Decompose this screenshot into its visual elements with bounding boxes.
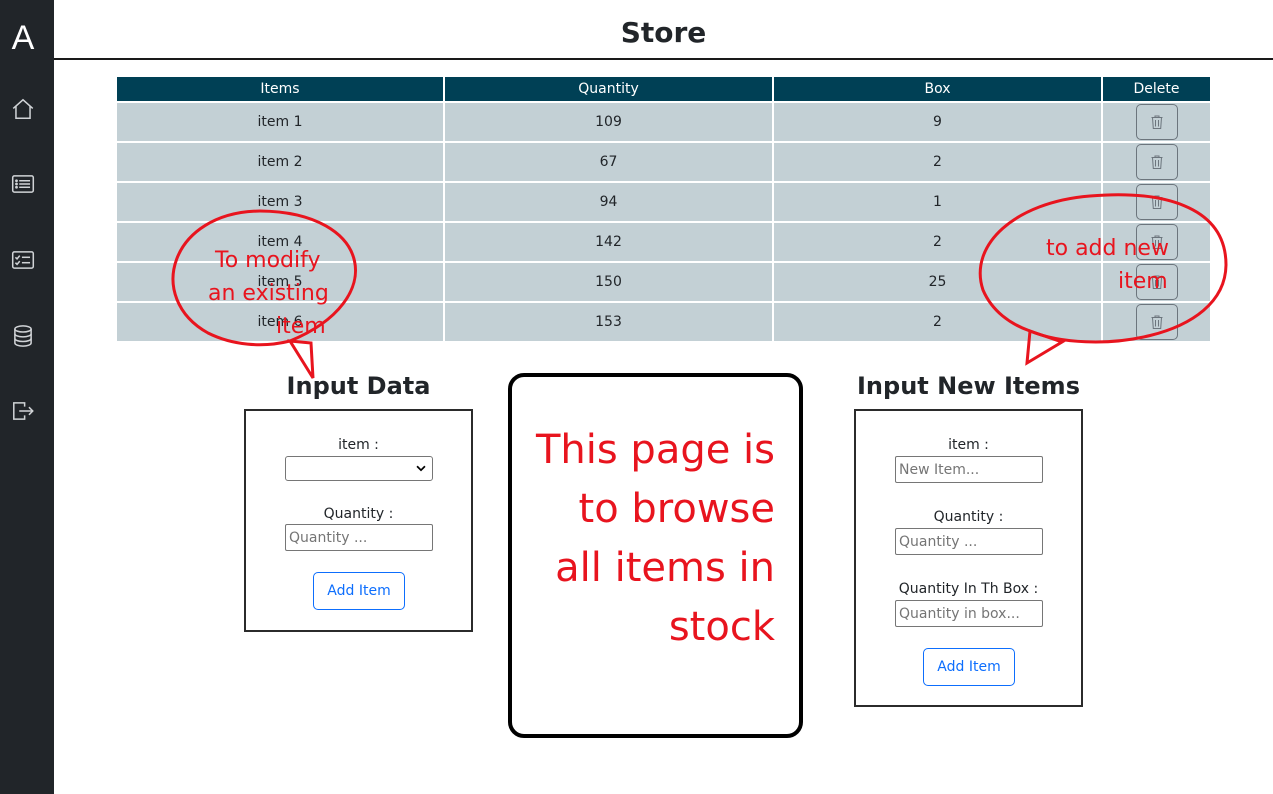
modify-note-line-1: To modify [215, 248, 321, 273]
add-note-line-1: to add new [1046, 236, 1169, 261]
add-callout-tail [1025, 328, 1066, 366]
add-callout-bubble [978, 193, 1228, 344]
modify-callout-tail [287, 339, 315, 379]
modify-note-line-2: an existing [208, 281, 329, 306]
annotation-bubbles [171, 193, 1228, 379]
modify-note-line-3: item [276, 314, 326, 339]
add-note-line-2: item [1118, 269, 1168, 294]
